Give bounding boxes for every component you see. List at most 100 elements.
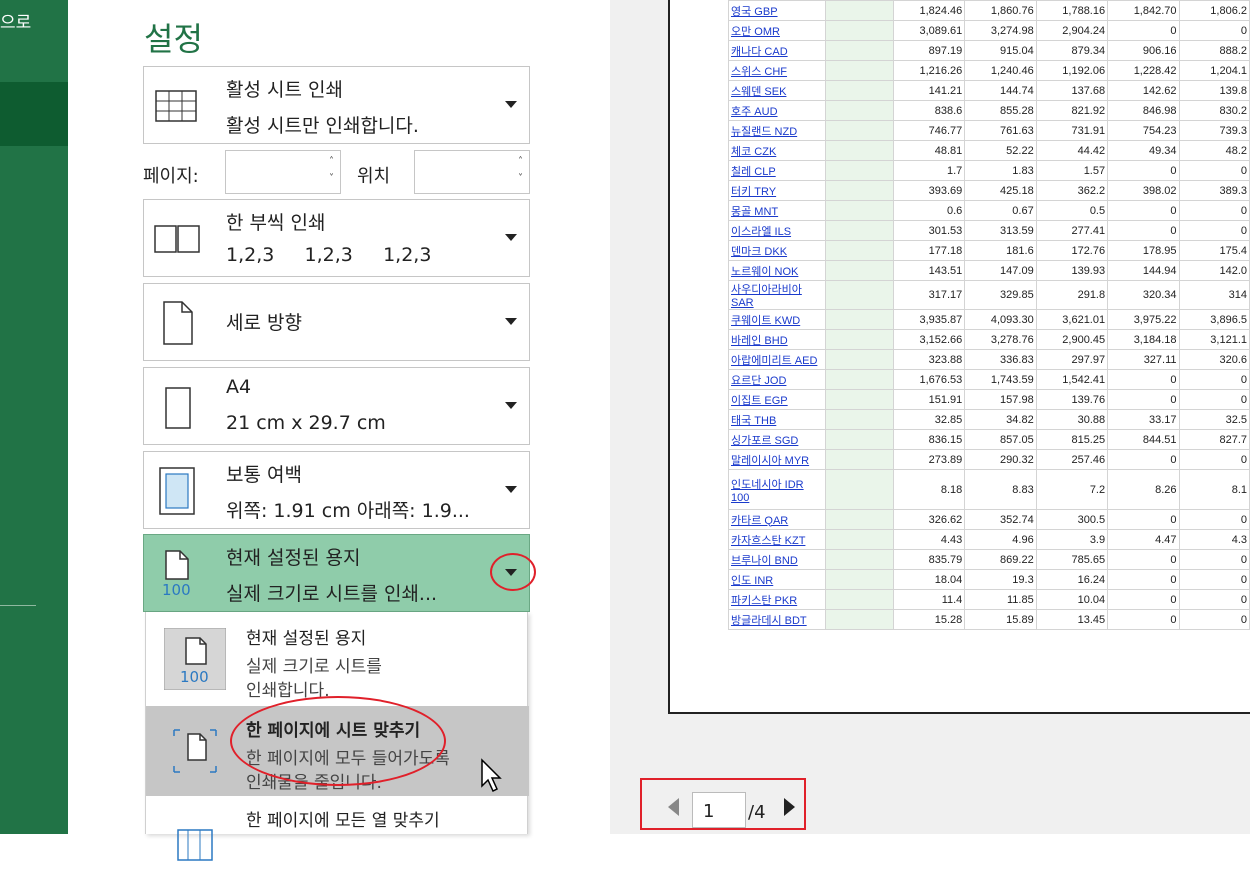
highlight-cell [825,0,894,21]
rate-cell: 739.3 [1178,120,1250,141]
currency-link[interactable]: 영국 GBP [727,0,827,21]
rate-cell: 147.09 [964,260,1037,281]
currency-link[interactable]: 바레인 BHD [727,329,827,350]
rate-cell: 1,676.53 [892,369,966,390]
chevron-down-icon[interactable] [505,486,517,493]
rate-cell: 389.3 [1178,180,1250,201]
rate-cell: 44.42 [1035,140,1109,161]
chevron-down-icon[interactable] [505,402,517,409]
chevron-down-icon[interactable] [505,318,517,325]
chevron-down-icon[interactable] [505,234,517,241]
currency-link[interactable]: 아랍에미리트 AED [727,349,827,370]
rate-cell: 141.21 [892,80,966,101]
paper-size-dropdown[interactable]: A4 21 cm x 29.7 cm [143,367,530,445]
rate-cell: 317.17 [892,280,966,310]
rate-cell: 1,860.76 [964,0,1037,21]
table-row: 싱가포르 SGD 836.15 857.05 815.25 844.51 827.7 [727,429,1250,450]
table-row: 스웨덴 SEK 141.21 144.74 137.68 142.62 139.8 [727,80,1250,101]
currency-link[interactable]: 스웨덴 SEK [727,80,827,101]
collate-dropdown[interactable]: 한 부씩 인쇄 1,2,3 1,2,3 1,2,3 [143,199,530,277]
highlight-cell [825,260,894,281]
spin-up-icon[interactable]: ˄ [518,156,523,167]
rate-cell: 836.15 [892,429,966,450]
rate-cell: 320.6 [1178,349,1250,370]
rate-cell: 3,089.61 [892,20,966,41]
print-what-dropdown[interactable]: 활성 시트 인쇄 활성 시트만 인쇄합니다. [143,66,530,144]
spin-down-icon[interactable]: ˅ [518,173,523,184]
rate-cell: 869.22 [964,549,1037,570]
rate-cell: 290.32 [964,449,1037,470]
previous-page-icon[interactable] [668,798,679,816]
currency-link[interactable]: 스위스 CHF [727,60,827,81]
rate-cell: 320.34 [1107,280,1180,310]
rate-cell: 15.89 [964,609,1037,630]
currency-link[interactable]: 카자흐스탄 KZT [727,529,827,550]
highlight-cell [825,409,894,430]
currency-link[interactable]: 이스라엘 ILS [727,220,827,241]
rate-cell: 0.67 [964,200,1037,221]
currency-link[interactable]: 오만 OMR [727,20,827,41]
currency-link[interactable]: 인도 INR [727,569,827,590]
spin-down-icon[interactable]: ˅ [329,173,334,184]
back-button[interactable]: 으로 [0,8,31,33]
currency-link[interactable]: 태국 THB [727,409,827,430]
rate-cell: 0.5 [1035,200,1109,221]
pages-from-stepper[interactable]: ˄ ˅ [225,150,341,194]
rate-cell: 906.16 [1107,40,1180,61]
highlight-cell [825,40,894,61]
menu-item-title: 한 페이지에 모든 열 맞추기 [246,811,440,831]
current-page-input[interactable]: 1 [692,792,746,828]
highlight-cell [825,469,894,510]
currency-link[interactable]: 뉴질랜드 NZD [727,120,827,141]
currency-link[interactable]: 사우디아라비아 SAR [727,280,827,310]
total-pages: /4 [748,802,766,823]
highlight-cell [825,140,894,161]
rate-cell: 2,904.24 [1035,20,1109,41]
rate-cell: 0 [1178,389,1250,410]
margins-dropdown[interactable]: 보통 여백 위쪽: 1.91 cm 아래쪽: 1.9... [143,451,530,529]
currency-link[interactable]: 터키 TRY [727,180,827,201]
chevron-down-icon[interactable] [505,101,517,108]
currency-link[interactable]: 요르단 JOD [727,369,827,390]
pages-to-stepper[interactable]: ˄ ˅ [414,150,530,194]
menu-item-no-scaling[interactable]: 100 현재 설정된 용지 실제 크기로 시트를 인쇄합니다. [146,614,529,704]
currency-link[interactable]: 싱가포르 SGD [727,429,827,450]
orientation-dropdown[interactable]: 세로 방향 [143,283,530,361]
rate-cell: 137.68 [1035,80,1109,101]
annotation-circle-fit-option [230,696,446,786]
menu-icon-number: 100 [180,668,209,686]
currency-link[interactable]: 카타르 QAR [727,509,827,530]
rate-cell: 838.6 [892,100,966,121]
currency-link[interactable]: 쿠웨이트 KWD [727,309,827,330]
currency-link[interactable]: 칠레 CLP [727,160,827,181]
rate-cell: 915.04 [964,40,1037,61]
menu-item-fit-columns-one-page[interactable]: 한 페이지에 모든 열 맞추기 [146,796,529,886]
rate-cell: 11.85 [964,589,1037,610]
currency-link[interactable]: 브루나이 BND [727,549,827,570]
currency-link[interactable]: 인도네시아 IDR 100 [727,469,827,510]
currency-link[interactable]: 말레이시아 MYR [727,449,827,470]
nav-item-print-selected[interactable] [0,82,68,146]
next-page-icon[interactable] [784,798,795,816]
currency-link[interactable]: 파키스탄 PKR [727,589,827,610]
rate-cell: 1.7 [892,160,966,181]
scaling-dropdown[interactable]: 100 현재 설정된 용지 실제 크기로 시트를 인쇄... [143,534,530,612]
table-row: 영국 GBP 1,824.46 1,860.76 1,788.16 1,842.70 1,… [727,0,1250,21]
rate-cell: 32.5 [1178,409,1250,430]
rate-cell: 1,743.59 [964,369,1037,390]
currency-link[interactable]: 체코 CZK [727,140,827,161]
currency-link[interactable]: 호주 AUD [727,100,827,121]
currency-link[interactable]: 몽골 MNT [727,200,827,221]
rate-cell: 731.91 [1035,120,1109,141]
currency-link[interactable]: 노르웨이 NOK [727,260,827,281]
currency-link[interactable]: 이집트 EGP [727,389,827,410]
currency-link[interactable]: 덴마크 DKK [727,240,827,261]
currency-link[interactable]: 캐나다 CAD [727,40,827,61]
rate-cell: 0 [1178,200,1250,221]
menu-item-title: 현재 설정된 용지 [246,629,367,649]
rate-cell: 181.6 [964,240,1037,261]
table-row: 사우디아라비아 SAR 317.17 329.85 291.8 320.34 314 [727,280,1250,310]
highlight-cell [825,20,894,41]
spin-up-icon[interactable]: ˄ [329,156,334,167]
currency-link[interactable]: 방글라데시 BDT [727,609,827,630]
